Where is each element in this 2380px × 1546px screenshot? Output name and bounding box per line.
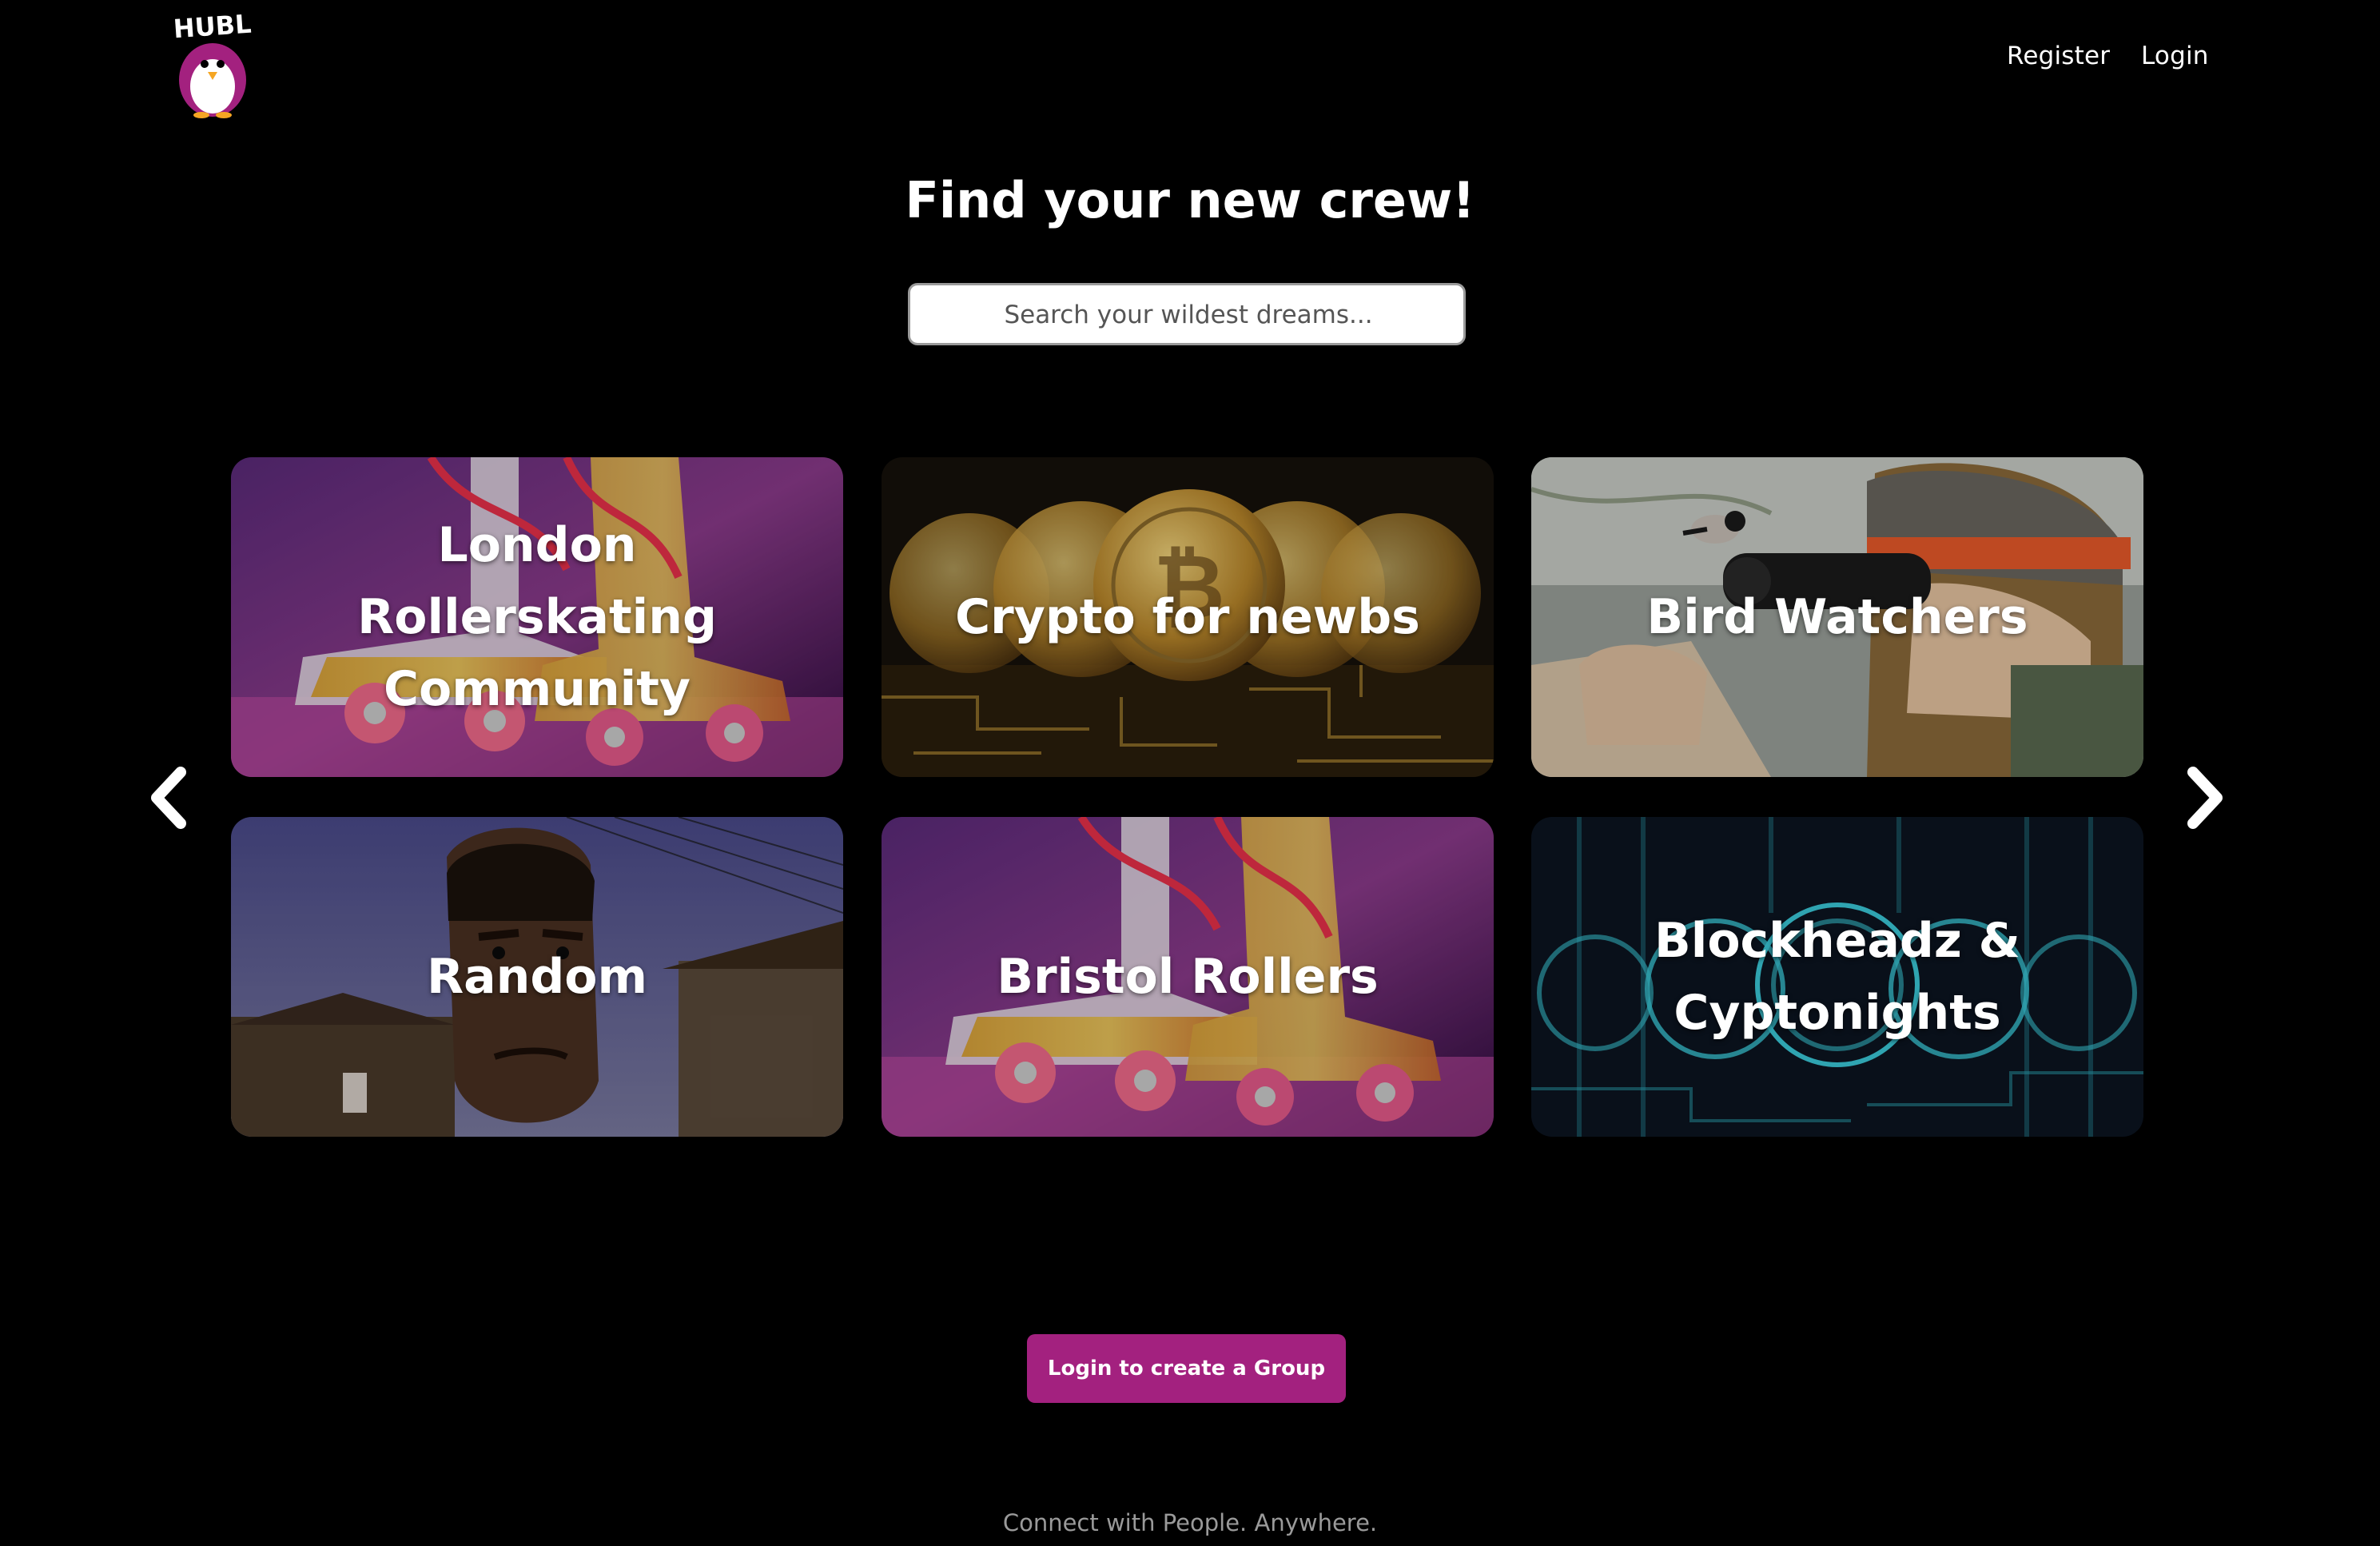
register-link[interactable]: Register — [2007, 42, 2110, 70]
chevron-left-icon[interactable] — [145, 766, 193, 830]
group-card-crypto-for-newbs[interactable]: ₿ Crypto for newbs — [882, 457, 1494, 777]
footer-tagline: Connect with People. Anywhere. — [1002, 1509, 1378, 1536]
group-card-bristol-rollers[interactable]: Bristol Rollers — [882, 817, 1494, 1137]
page: HUBL Register Login Find your new crew! — [0, 0, 2380, 1546]
page-title: Find your new crew! — [905, 171, 1475, 229]
login-link[interactable]: Login — [2141, 42, 2209, 70]
login-to-create-group-button[interactable]: Login to create a Group — [1027, 1334, 1346, 1403]
chevron-right-icon[interactable] — [2180, 766, 2228, 830]
group-card-random[interactable]: Random — [231, 817, 843, 1137]
group-card-blockheadz-cyptonights[interactable]: Blockheadz & Cyptonights — [1531, 817, 2143, 1137]
svg-text:HUBL: HUBL — [173, 9, 253, 45]
search-input[interactable] — [910, 285, 1467, 345]
group-card-title: Random — [426, 949, 648, 1005]
hubl-penguin-logo[interactable]: HUBL — [157, 6, 269, 118]
group-card-title: Blockheadz & Cyptonights — [1654, 913, 2020, 1041]
group-card-london-rollerskating[interactable]: London Rollerskating Community — [231, 457, 843, 777]
group-card-bird-watchers[interactable]: Bird Watchers — [1531, 457, 2143, 777]
search-box — [908, 283, 1467, 345]
group-card-title: Bristol Rollers — [997, 949, 1379, 1005]
group-card-title: Crypto for newbs — [955, 589, 1420, 645]
group-card-title: Bird Watchers — [1646, 589, 2028, 645]
group-card-title: London Rollerskating Community — [357, 517, 717, 717]
